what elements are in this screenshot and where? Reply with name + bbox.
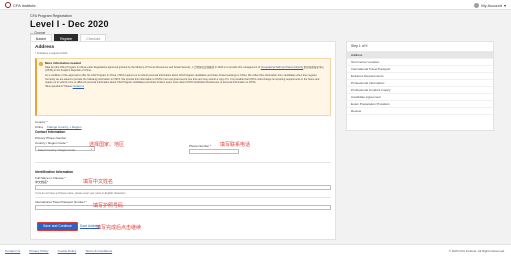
cookie-policy-link[interactable]: Cookie Policy [58,249,77,253]
annotation-country-code: 选择国家、地区 [89,142,125,148]
notice-paragraph-1: Data Act (the DSL) Program in China unde… [45,66,327,73]
country-block: Country * China Change Country + Region [35,120,331,129]
country-code-label: Country / Region Code * [35,141,68,145]
change-country-link[interactable]: Change Country + Region [47,125,82,129]
country-row: China Change Country + Region [35,125,331,129]
sidebar-item-address[interactable]: Address [347,52,493,59]
sidebar-item-candidate-agreement[interactable]: Candidate Agreement [347,94,493,101]
notice-paragraph-3: Currently we are asked to provide the fo… [45,77,320,85]
step-counter: Step 1 of 9 [347,42,493,52]
logo-icon [5,2,11,8]
privacy-policy-link[interactable]: Privacy Policy [29,249,48,253]
full-name-hint: If you do not have a Chinese name, pleas… [35,192,127,195]
country-code-group: Country / Region Code * Select Country /… [35,141,95,154]
account-label: My Account [481,2,502,8]
annotation-phone: 填写联系电话 [220,142,251,148]
info-notice: i More information needed Data Act (the … [35,58,331,116]
country-value: China [35,125,43,129]
full-name-input[interactable] [35,185,331,190]
account-menu[interactable]: My Account ▾ [474,2,506,8]
steps-sidebar: Step 1 of 9 Address Test Center Location… [346,41,494,131]
notice-heading: More information needed [45,61,81,65]
logo-text: CFA Institute [13,2,36,8]
sidebar-item-professional-information[interactable]: Professional Information [347,80,493,87]
footer-links: Contact Us Privacy Policy Cookie Policy … [5,249,112,253]
contact-heading: Contact Information [35,130,66,134]
full-name-sublabel: 中文姓名* [35,180,49,184]
avatar-icon [474,2,480,8]
sidebar-item-exam-prep-providers[interactable]: Exam Preparation Providers [347,101,493,108]
osta-link[interactable]: Occupational Skill and Talent Authority [261,66,303,69]
sidebar-item-travel-passport[interactable]: International Travel Passport [347,66,493,73]
annotation-passport: 填写护照号码 [93,203,124,209]
phone-number-input[interactable] [189,149,239,154]
divider [35,197,331,198]
cfa-logo[interactable]: CFA Institute [5,2,36,8]
info-icon: i [39,62,43,66]
divider [35,162,331,163]
terms-conditions-link[interactable]: Terms & Conditions [85,249,112,253]
country-code-select[interactable]: Select Country / Region Code ▾ [35,146,95,152]
country-code-placeholder: Select Country / Region Code [38,147,76,152]
sidebar-item-review[interactable]: Review [347,108,493,115]
passport-label: International Travel Passport Number * [35,200,87,204]
country-label: Country * [35,120,48,124]
sidebar-item-entrance-requirements[interactable]: Entrance Requirements [347,73,493,80]
annotation-chinese-name: 填写中文姓名 [83,179,114,185]
passport-input[interactable] [35,205,331,210]
chevron-down-icon: ▾ [503,2,506,8]
phone-row: Country / Region Code * Select Country /… [35,141,331,154]
required-note: * Indicates a required field [35,51,68,55]
notice-question: Have questions? Please [45,85,72,89]
sidebar-item-professional-conduct[interactable]: Professional Conduct Inquiry [347,87,493,94]
copyright: © 2020 CFA Institute. All Rights Reserve… [448,249,505,253]
notice-paragraph-2: As a condition of the approval to offer … [45,73,318,77]
primary-phone-heading: Primary Phone Number [35,136,67,140]
page-header: CFA Program Registration Level I - Dec 2… [30,14,109,35]
top-bar: CFA Institute My Account ▾ [0,0,511,10]
section-title: Address [35,45,55,50]
contact-us-footer-link[interactable]: Contact Us [5,249,20,253]
save-and-continue-button[interactable]: Save and Continue [37,222,78,231]
footer: Contact Us Privacy Policy Cookie Policy … [0,244,511,257]
save-address-link[interactable]: Save Address [80,224,100,228]
sidebar-item-test-center-location[interactable]: Test Center Location [347,59,493,66]
identification-heading: Identification Information [35,170,74,174]
contact-us-link[interactable]: contact us [73,85,84,88]
annotation-save: 填写完成后点击继续 [96,225,142,231]
registration-title: CFA Program Registration [30,14,72,18]
address-form: Address * Indicates a required field i M… [30,41,336,240]
notice-paragraph-4: Have questions? Please contact us [45,85,327,88]
page-title: Level I - Dec 2020 [30,19,109,29]
